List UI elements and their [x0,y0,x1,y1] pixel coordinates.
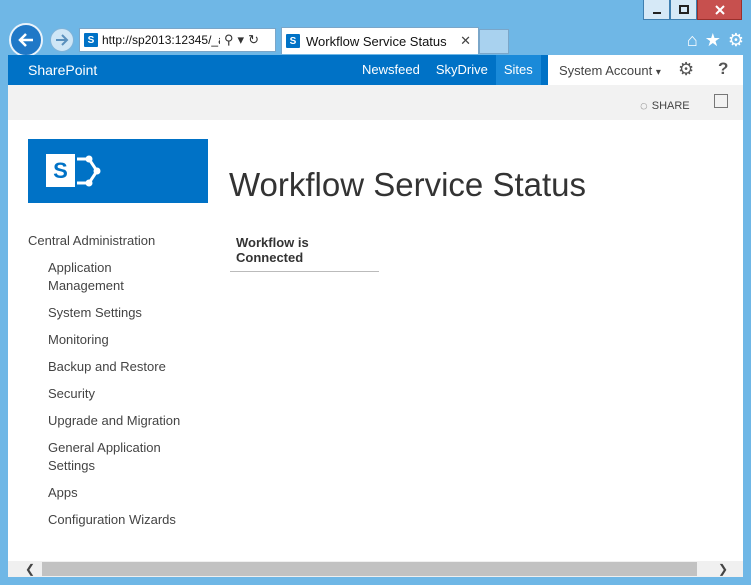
nav-heading[interactable]: Central Administration [28,233,218,249]
scroll-right-icon[interactable]: ❯ [718,561,728,577]
close-icon [714,4,725,15]
address-url[interactable]: http://sp2013:12345/_a [102,33,220,47]
page-title: Workflow Service Status [229,166,587,203]
nav-item-general-application-settings[interactable]: General Application Settings [48,439,178,475]
new-tab-button[interactable] [479,29,509,54]
suite-link-skydrive[interactable]: SkyDrive [428,55,496,85]
left-nav: Central Administration Application Manag… [28,233,218,538]
dropdown-icon[interactable]: ▾ [238,32,245,48]
suite-link-sites[interactable]: Sites [495,55,541,85]
arrow-right-icon [56,34,69,46]
settings-gear-icon[interactable]: ⚙ [728,30,744,50]
refresh-icon[interactable]: ↻ [248,32,259,48]
sharepoint-tab-favicon-icon: S [286,34,300,48]
chevron-down-icon: ▾ [655,67,661,78]
nav-item-system-settings[interactable]: System Settings [48,304,218,322]
tab-title: Workflow Service Status [306,33,447,49]
nav-item-apps[interactable]: Apps [48,484,218,502]
scrollbar-thumb[interactable] [42,562,697,576]
browser-tools: ⌂ ★ ⚙ [687,30,744,50]
page-viewport: SharePoint Newsfeed SkyDrive Sites Syste… [8,55,743,561]
sharepoint-brand[interactable]: SharePoint [28,62,97,78]
window-controls [643,0,742,21]
arrow-left-icon [18,33,33,47]
workflow-status: Workflow is Connected [230,235,379,272]
favorites-star-icon[interactable]: ★ [705,30,721,50]
share-icon: ◌ [640,98,648,113]
ribbon-bar: ◌ SHARE [8,85,743,120]
minimize-icon [652,11,661,14]
suite-link-newsfeed[interactable]: Newsfeed [354,55,428,85]
maximize-button[interactable] [670,0,697,20]
suite-bar: SharePoint Newsfeed SkyDrive Sites Syste… [8,55,743,85]
back-button[interactable] [9,23,43,57]
nav-item-backup-restore[interactable]: Backup and Restore [48,358,218,376]
logo-letter: S [46,154,75,187]
address-bar[interactable]: S http://sp2013:12345/_a ⚲ ▾ ↻ [79,28,276,52]
gear-icon[interactable]: ⚙ [678,59,694,80]
home-icon[interactable]: ⌂ [687,30,698,50]
nav-item-application-management[interactable]: Application Management [48,259,138,295]
sharepoint-favicon-icon: S [84,33,98,47]
maximize-icon [678,4,689,14]
nav-item-upgrade-migration[interactable]: Upgrade and Migration [48,412,218,430]
forward-button[interactable] [50,28,74,52]
minimize-button[interactable] [643,0,670,20]
search-icon[interactable]: ⚲ [224,32,234,48]
horizontal-scrollbar[interactable]: ❮ ❯ [8,561,743,577]
logo-network-icon [77,155,101,187]
user-name: System Account [559,63,653,78]
scroll-left-icon[interactable]: ❮ [25,561,35,577]
user-zone: System Account ▾ ⚙ ? [548,55,743,85]
close-window-button[interactable] [697,0,742,20]
nav-item-security[interactable]: Security [48,385,218,403]
user-menu[interactable]: System Account ▾ [559,63,661,78]
help-icon[interactable]: ? [718,59,728,79]
suite-links: Newsfeed SkyDrive Sites [354,55,541,85]
share-button[interactable]: ◌ SHARE [640,98,690,113]
browser-window: S http://sp2013:12345/_a ⚲ ▾ ↻ S Workflo… [0,0,751,585]
browser-tab[interactable]: S Workflow Service Status ✕ [281,27,479,54]
tab-close-icon[interactable]: ✕ [460,33,471,49]
share-label: SHARE [651,99,690,112]
site-logo[interactable]: S [28,139,208,203]
nav-item-monitoring[interactable]: Monitoring [48,331,218,349]
focus-on-content-icon[interactable] [714,94,728,108]
nav-item-configuration-wizards[interactable]: Configuration Wizards [48,511,218,529]
